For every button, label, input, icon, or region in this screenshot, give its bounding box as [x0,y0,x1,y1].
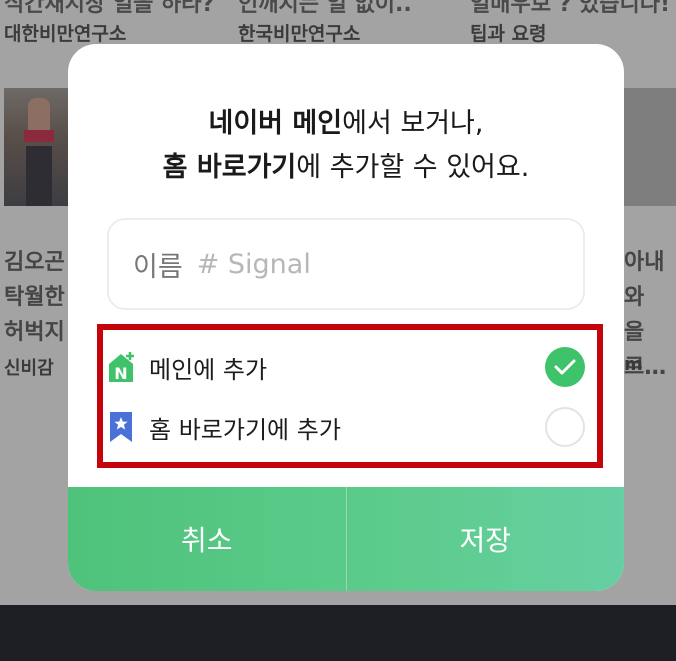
feed-source: 한국비만연구소 [238,23,361,45]
save-button[interactable]: 저장 [347,487,625,591]
bottom-bar [0,605,676,661]
naver-home-add-icon: N [107,350,137,384]
dialog-button-bar: 취소 저장 [68,487,624,591]
checked-circle-icon[interactable] [545,347,585,387]
feed-thumbnail [4,88,74,206]
option-label: 메인에 추가 [149,355,268,384]
option-add-to-home-shortcut[interactable]: 홈 바로가기에 추가 [107,402,585,452]
svg-text:N: N [114,364,127,383]
dialog-message: 네이버 메인에서 보거나, 홈 바로가기에 추가할 수 있어요. [162,108,530,183]
feed-thumbnail [622,88,676,206]
name-field[interactable]: 이름 [107,218,585,310]
unchecked-circle-icon[interactable] [545,407,585,447]
feed-source: 팁과 요령 [470,23,547,45]
feed-source: m [624,354,643,375]
feed-source: 신비감 [4,358,54,379]
option-label: 홈 바로가기에 추가 [149,415,341,444]
feed-title: 김오곤 탁월한 허벅지 [4,250,65,345]
feed-top-text: 식간재시장 일을 하라? [4,0,215,17]
name-input[interactable] [196,248,497,280]
bookmark-star-icon [107,410,137,444]
option-add-to-main[interactable]: N 메인에 추가 [107,342,585,392]
feed-top-text: 얼매우보 ? 있습니다! [470,0,671,17]
add-shortcut-dialog: 네이버 메인에서 보거나, 홈 바로가기에 추가할 수 있어요. 이름 N 메인… [68,44,624,591]
cancel-button[interactable]: 취소 [68,487,346,591]
feed-source: 대한비만연구소 [4,23,127,45]
feed-top-text: 인깨지는 일 없이.. [238,0,412,17]
name-field-label: 이름 [133,251,183,283]
